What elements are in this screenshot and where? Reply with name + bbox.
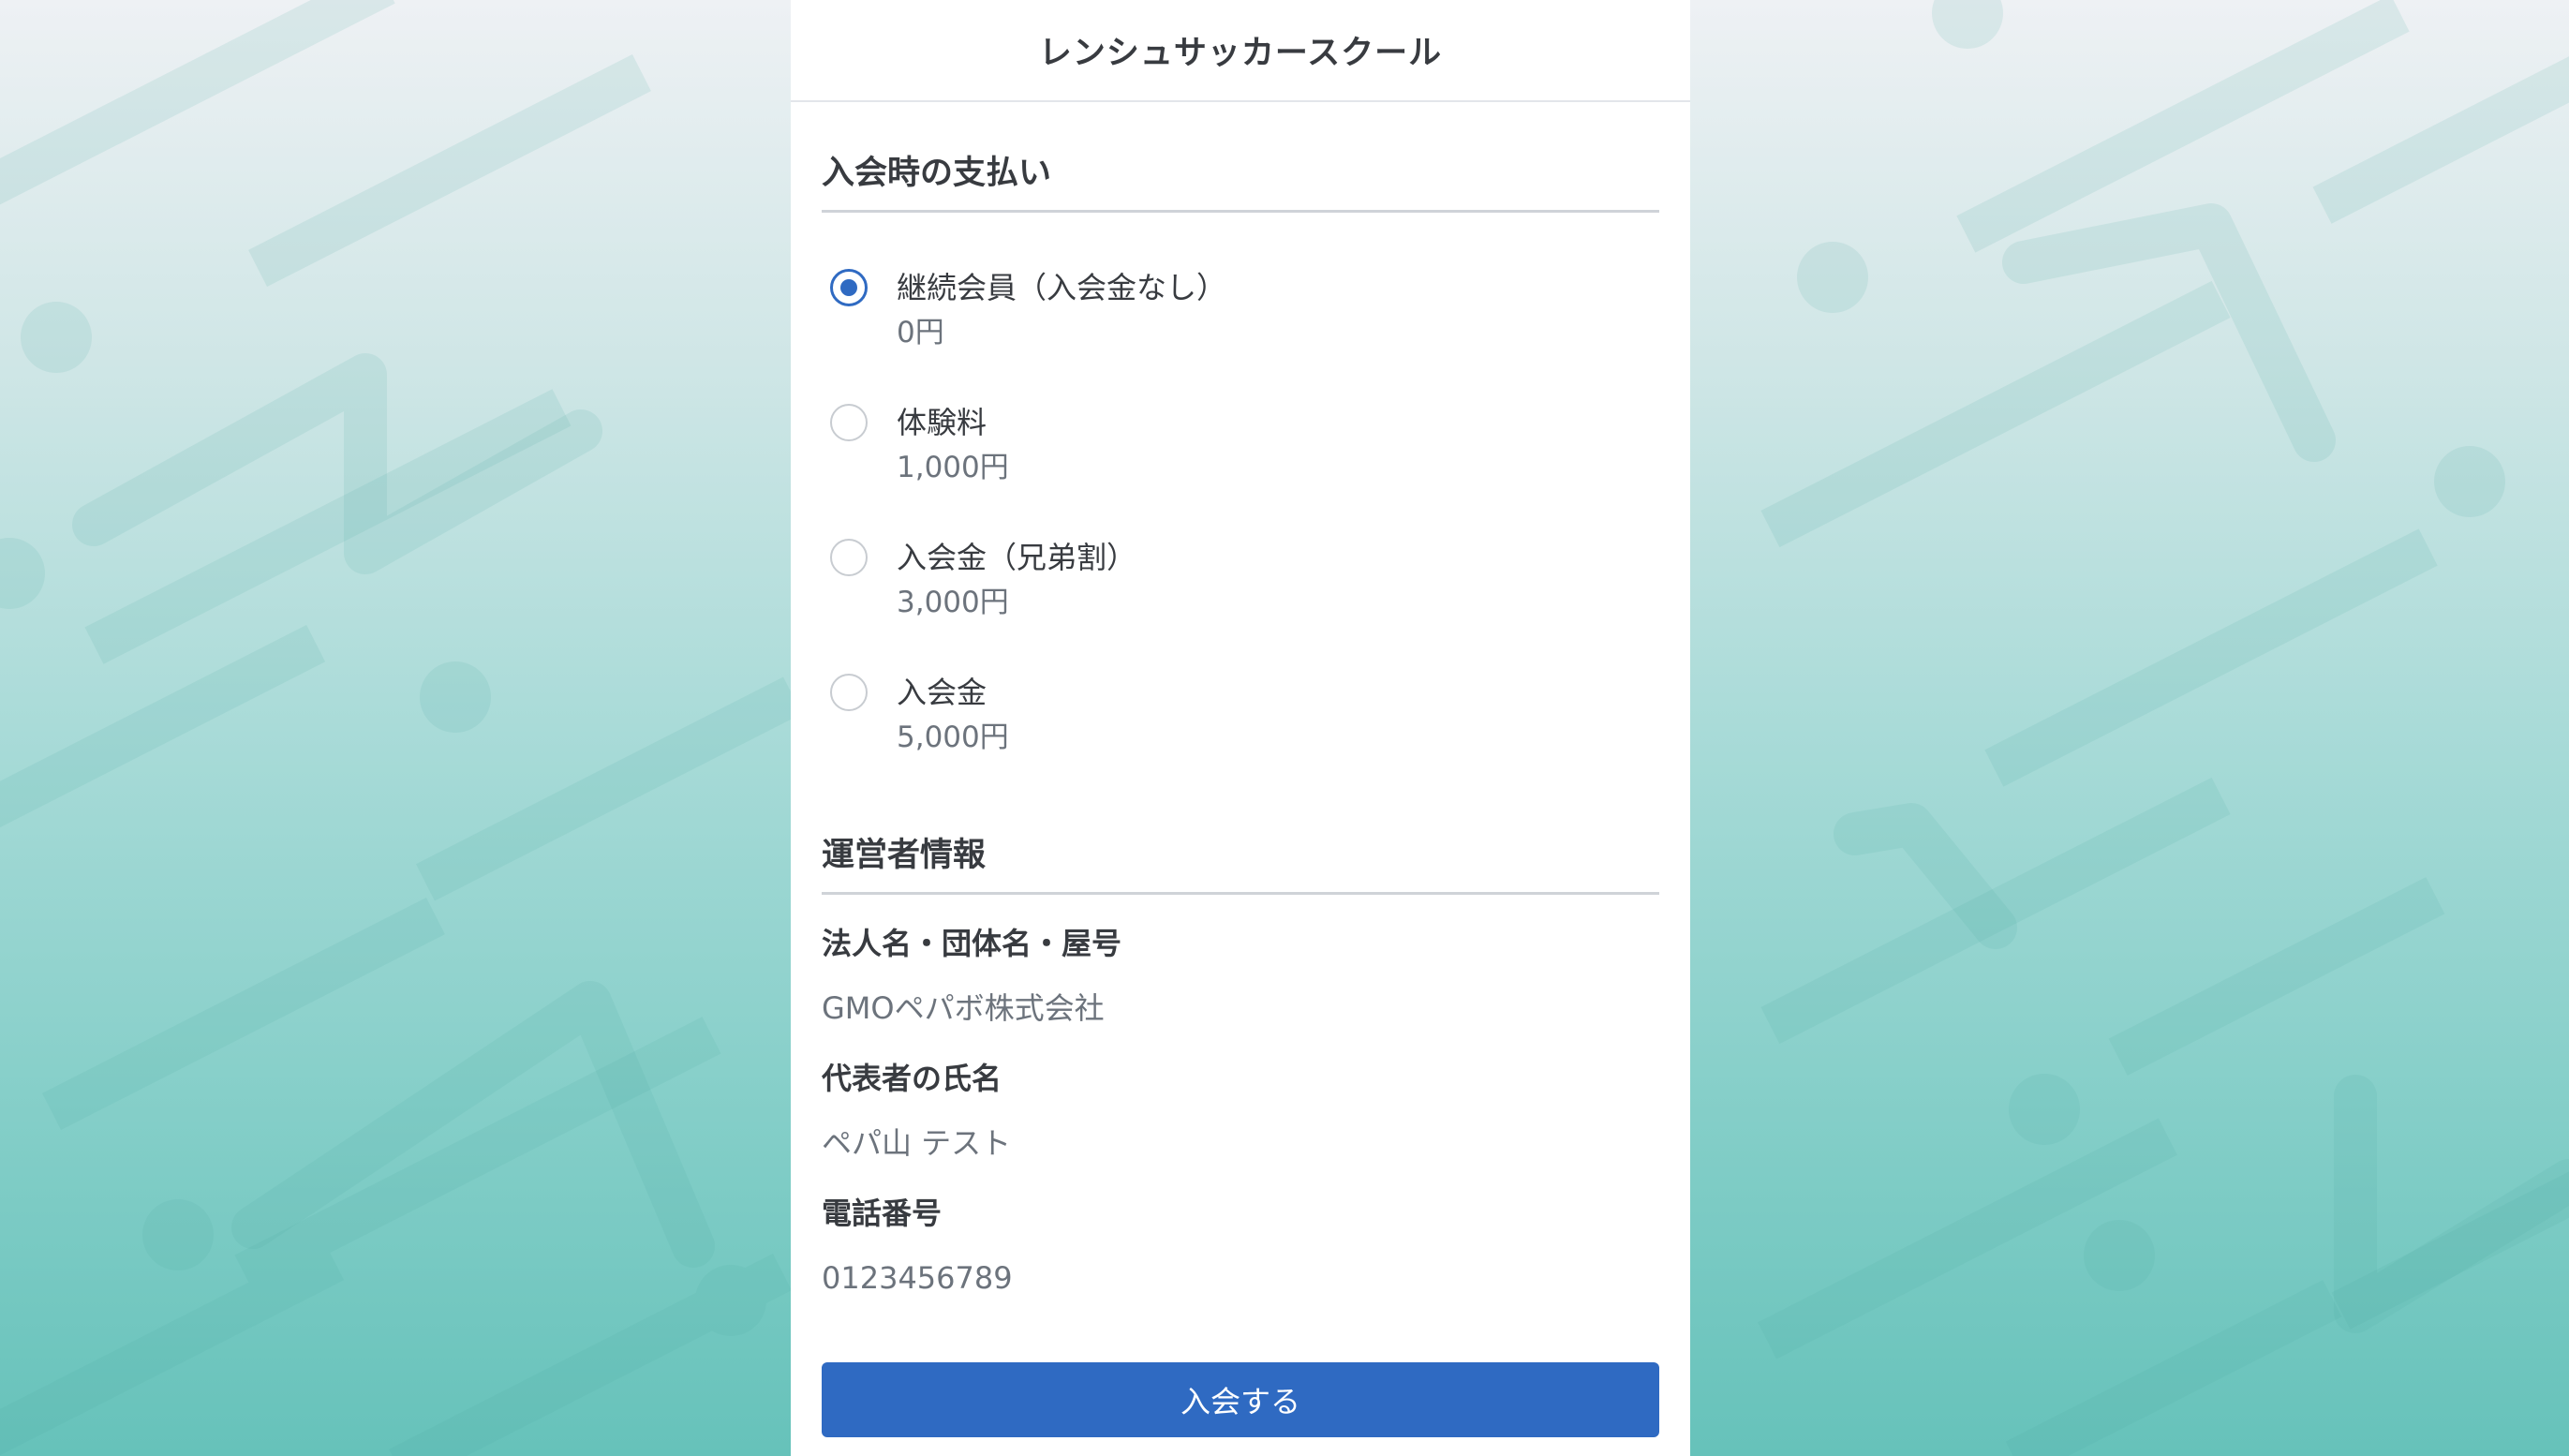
plan-name: 入会金 bbox=[897, 675, 988, 710]
plan-price: 3,000円 bbox=[897, 586, 1009, 619]
phone-number-label: 電話番号 bbox=[822, 1196, 943, 1231]
operator-section: 運営者情報 法人名・団体名・屋号 GMOペパボ株式会社 代表者の氏名 ペパ山 テ… bbox=[822, 836, 1659, 1323]
radio-selected-icon[interactable] bbox=[830, 269, 868, 306]
plan-option-enrollment-fee[interactable]: 入会金 5,000円 bbox=[822, 674, 1659, 786]
payment-section-title: 入会時の支払い bbox=[822, 154, 1659, 213]
radio-unselected-icon[interactable] bbox=[830, 539, 868, 576]
company-name-value: GMOペパボ株式会社 bbox=[822, 990, 1105, 1026]
signup-panel: レンシュサッカースクール 入会時の支払い 継続会員（入会金なし） 0円 体験料 … bbox=[791, 0, 1690, 1456]
plan-price: 1,000円 bbox=[897, 451, 1009, 484]
operator-section-title: 運営者情報 bbox=[822, 836, 1659, 895]
company-name-label: 法人名・団体名・屋号 bbox=[822, 926, 1122, 961]
plan-name: 入会金（兄弟割） bbox=[897, 540, 1137, 575]
app-header: レンシュサッカースクール bbox=[791, 0, 1690, 102]
school-title: レンシュサッカースクール bbox=[1038, 35, 1443, 72]
join-button[interactable]: 入会する bbox=[822, 1362, 1659, 1437]
radio-unselected-icon[interactable] bbox=[830, 674, 868, 711]
plan-name: 継続会員（入会金なし） bbox=[897, 270, 1227, 305]
plan-option-sibling-discount[interactable]: 入会金（兄弟割） 3,000円 bbox=[822, 539, 1659, 651]
plan-price: 0円 bbox=[897, 316, 944, 349]
representative-name-label: 代表者の氏名 bbox=[822, 1061, 1002, 1096]
payment-section: 入会時の支払い 継続会員（入会金なし） 0円 体験料 1,000円 入会金（兄弟… bbox=[822, 154, 1659, 772]
phone-number-value: 0123456789 bbox=[822, 1260, 1013, 1296]
plan-option-continuing-member[interactable]: 継続会員（入会金なし） 0円 bbox=[822, 269, 1659, 381]
representative-name-value: ペパ山 テスト bbox=[822, 1125, 1012, 1161]
plan-price: 5,000円 bbox=[897, 721, 1009, 754]
radio-unselected-icon[interactable] bbox=[830, 404, 868, 441]
plan-name: 体験料 bbox=[897, 405, 988, 440]
plan-option-trial-fee[interactable]: 体験料 1,000円 bbox=[822, 404, 1659, 516]
